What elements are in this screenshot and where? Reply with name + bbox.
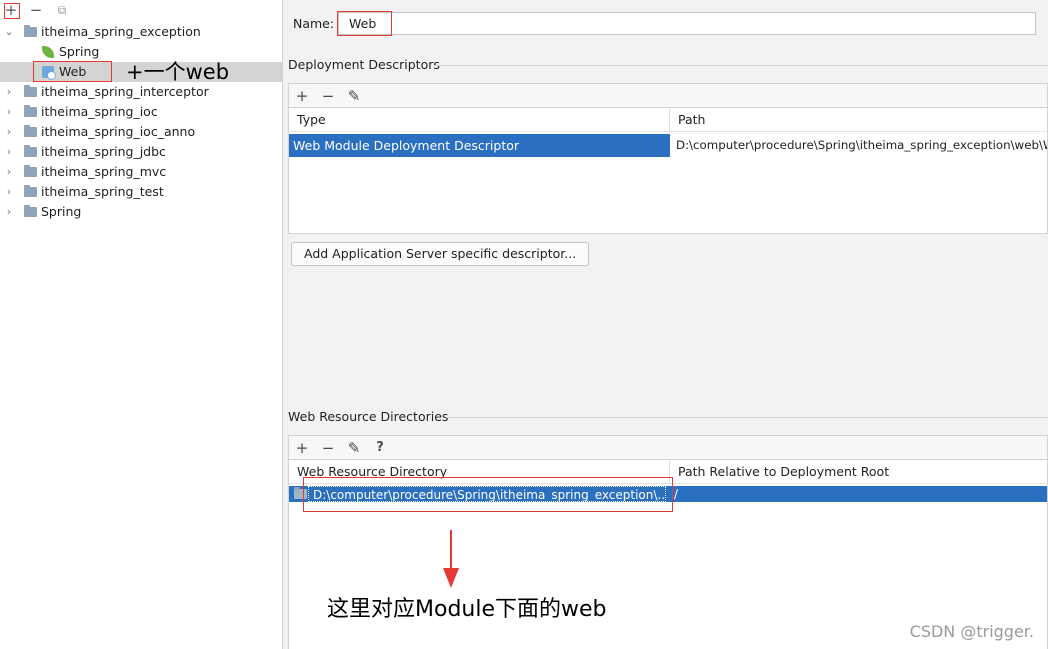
tree-item-label: itheima_spring_ioc [41,104,158,119]
add-icon[interactable]: + [293,439,311,457]
folder-icon [24,145,37,157]
tree-item-module[interactable]: › itheima_spring_test [0,182,282,202]
tree-item-label: itheima_spring_exception [41,24,201,39]
descriptor-path-cell: D:\computer\procedure\Spring\itheima_spr… [670,134,1047,157]
chevron-down-icon[interactable]: ⌄ [3,22,15,42]
tree-item-label: itheima_spring_jdbc [41,144,166,159]
help-icon[interactable]: ? [371,439,389,457]
descriptor-table: Type Path Web Module Deployment Descript… [288,107,1048,234]
web-resource-toolbar: + − ✎ ? [288,435,1048,459]
folder-icon [24,205,37,217]
chevron-right-icon[interactable]: › [3,102,15,122]
table-row[interactable]: Web Module Deployment Descriptor D:\comp… [289,134,1047,157]
chevron-right-icon[interactable]: › [3,202,15,222]
tree-item-module[interactable]: › Spring [0,202,282,222]
tree-item-label: itheima_spring_mvc [41,164,167,179]
descriptor-type-cell: Web Module Deployment Descriptor [293,138,520,153]
remove-icon[interactable]: − [319,87,337,105]
tree-item-module[interactable]: › itheima_spring_ioc [0,102,282,122]
tree-item-label: itheima_spring_test [41,184,164,199]
column-header-path[interactable]: Path [670,108,1048,132]
edit-icon[interactable]: ✎ [345,439,363,457]
relative-path-cell: / [674,487,679,501]
add-server-descriptor-button[interactable]: Add Application Server specific descript… [291,242,590,266]
highlight-box-add [4,3,20,19]
tree-item-module[interactable]: › itheima_spring_mvc [0,162,282,182]
folder-icon [24,105,37,117]
highlight-box-name [337,11,392,36]
watermark: CSDN @trigger. [909,622,1034,641]
tree-toolbar: + − ⧉ [0,0,283,20]
section-divider [446,417,1048,418]
facet-settings-panel: Name: Deployment Descriptors + − ✎ Type … [284,0,1048,649]
table-header: Type Path [289,108,1047,132]
column-header-type[interactable]: Type [289,108,670,132]
name-input[interactable] [338,12,1036,35]
folder-icon [24,185,37,197]
chevron-right-icon[interactable]: › [3,82,15,102]
highlight-box-directory [303,477,673,512]
folder-icon [24,25,37,37]
tree-item-module[interactable]: › itheima_spring_ioc_anno [0,122,282,142]
facet-tree-panel: + − ⧉ ⌄ itheima_spring_exception Spring … [0,0,283,649]
tree-item-module[interactable]: › itheima_spring_jdbc [0,142,282,162]
folder-icon [24,125,37,137]
folder-icon [24,85,37,97]
tree-item-module[interactable]: ⌄ itheima_spring_exception [0,22,282,42]
tree-item-label: Spring [41,204,82,219]
name-label: Name: [293,16,335,31]
annotation-add-web: +一个web [126,60,230,84]
remove-icon[interactable]: − [28,2,44,18]
section-divider [434,65,1048,66]
chevron-right-icon[interactable]: › [3,182,15,202]
down-arrow-icon [443,530,459,588]
copy-icon[interactable]: ⧉ [54,2,70,18]
tree-item-label: Spring [59,44,100,59]
deployment-descriptors-title: Deployment Descriptors [288,57,440,72]
descriptor-toolbar: + − ✎ [288,83,1048,107]
web-resource-directories-title: Web Resource Directories [288,409,449,424]
chevron-right-icon[interactable]: › [3,142,15,162]
chevron-right-icon[interactable]: › [3,122,15,142]
add-icon[interactable]: + [293,87,311,105]
spring-leaf-icon [42,46,54,58]
tree-item-label: itheima_spring_ioc_anno [41,124,196,139]
highlight-box-web [33,61,112,82]
edit-icon[interactable]: ✎ [345,87,363,105]
annotation-module-web: 这里对应Module下面的web [327,597,607,622]
column-header-relative-path[interactable]: Path Relative to Deployment Root [670,460,1048,484]
folder-icon [24,165,37,177]
remove-icon[interactable]: − [319,439,337,457]
chevron-right-icon[interactable]: › [3,162,15,182]
